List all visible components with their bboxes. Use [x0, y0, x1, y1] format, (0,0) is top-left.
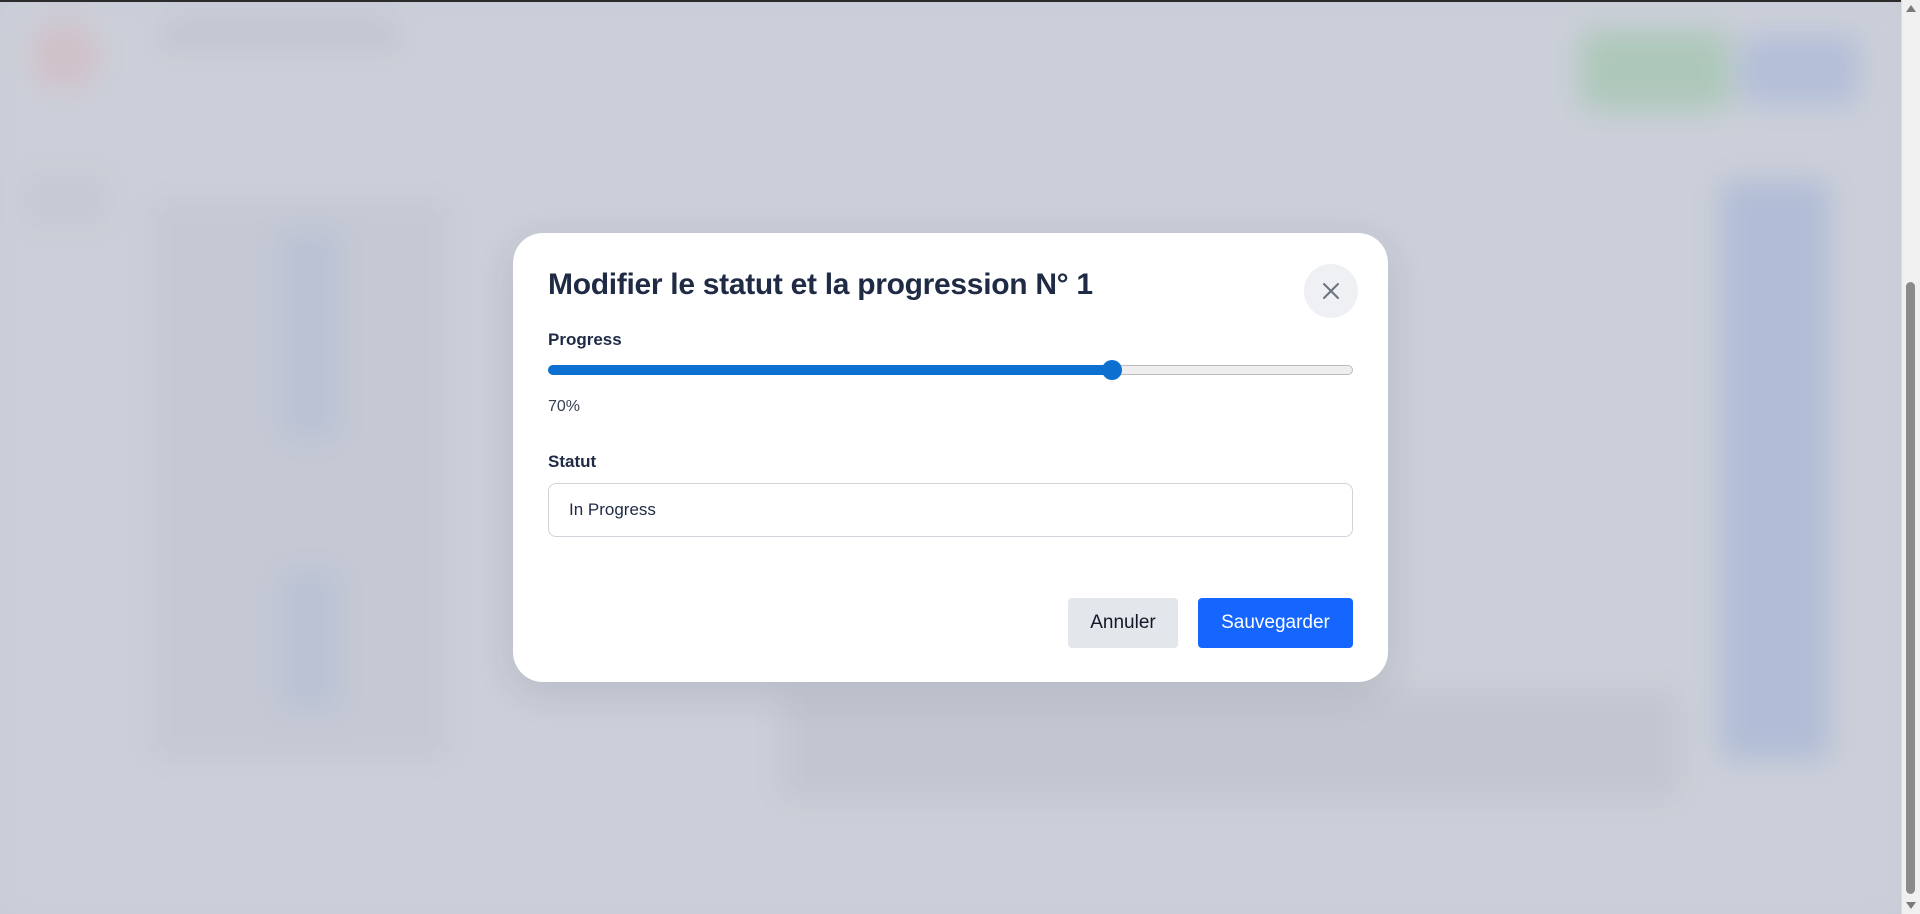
close-button[interactable] — [1304, 264, 1358, 318]
progress-slider-fill — [548, 365, 1112, 375]
page-scrollbar[interactable] — [1901, 0, 1920, 914]
scroll-down-arrow-icon[interactable] — [1906, 902, 1916, 909]
scroll-up-arrow-icon[interactable] — [1906, 5, 1916, 12]
close-icon — [1322, 282, 1340, 300]
progress-label: Progress — [548, 330, 622, 349]
progress-value: 70% — [548, 398, 581, 415]
window-top-border — [0, 0, 1902, 2]
edit-status-progress-modal: Modifier le statut et la progression N° … — [513, 233, 1388, 682]
progress-slider[interactable] — [548, 360, 1353, 380]
status-input[interactable] — [548, 483, 1353, 537]
progress-slider-handle[interactable] — [1101, 360, 1122, 380]
modal-title: Modifier le statut et la progression N° … — [548, 268, 1093, 301]
scrollbar-thumb[interactable] — [1906, 282, 1915, 894]
save-button[interactable]: Sauvegarder — [1198, 598, 1353, 648]
cancel-button[interactable]: Annuler — [1068, 598, 1178, 648]
status-label: Statut — [548, 452, 597, 471]
